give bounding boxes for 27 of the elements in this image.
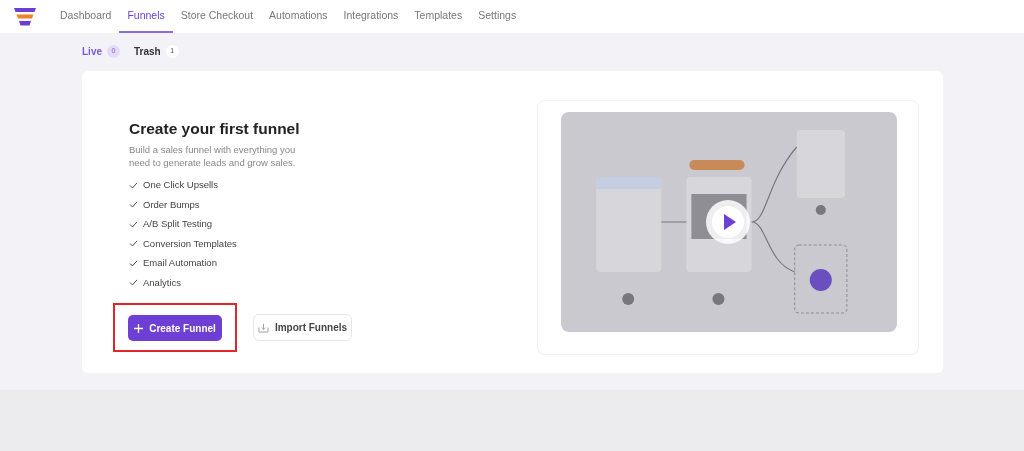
nav-link[interactable]: Settings — [470, 0, 525, 33]
funnel-logo-icon[interactable] — [14, 7, 36, 26]
import-button[interactable]: Import Funnels — [253, 314, 352, 341]
feature-label: A/B Split Testing — [143, 217, 212, 232]
feature-label: Analytics — [143, 275, 181, 290]
feature-label: Conversion Templates — [143, 236, 237, 251]
nav-link[interactable]: Dashboard — [52, 0, 120, 33]
section-title: Create your first funnel — [129, 119, 301, 139]
play-icon[interactable] — [706, 200, 750, 244]
check-icon — [129, 181, 138, 189]
tray-download-icon — [257, 322, 269, 333]
check-icon — [129, 220, 138, 228]
nav-link[interactable]: Templates — [406, 0, 471, 33]
nav-link[interactable]: Store Checkout — [172, 0, 262, 33]
check-icon — [129, 259, 138, 267]
nav-link[interactable]: Funnels — [119, 0, 173, 33]
plus-icon — [134, 323, 144, 333]
nav-link[interactable]: Automations — [261, 0, 336, 33]
create-button[interactable]: Create Funnel — [128, 315, 222, 341]
feature-label: Order Bumps — [143, 197, 200, 212]
nav-link[interactable]: Integrations — [335, 0, 407, 33]
check-icon — [129, 240, 138, 248]
feature-label: Email Automation — [143, 256, 217, 271]
check-icon — [129, 201, 138, 209]
check-icon — [129, 279, 138, 287]
section-description: Build a sales funnel with everything you need to generate leads and grow sales. — [129, 143, 297, 169]
feature-label: One Click Upsells — [143, 178, 218, 193]
